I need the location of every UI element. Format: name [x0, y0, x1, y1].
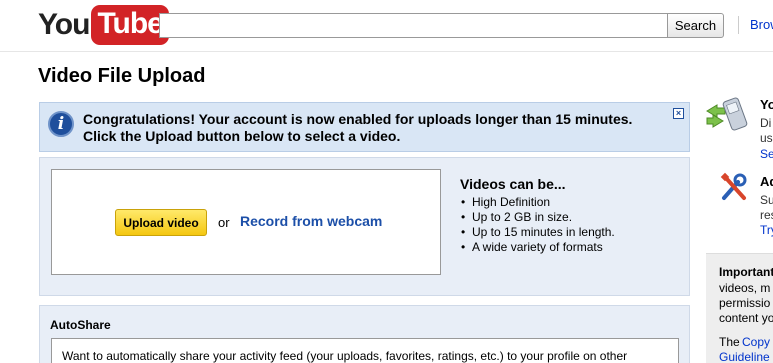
mobile-upload-text: Di	[760, 116, 772, 130]
mobile-upload-link[interactable]: Se	[760, 147, 773, 161]
features-list: High Definition Up to 2 GB in size. Up t…	[460, 195, 685, 255]
header: You Tube Search Brow	[0, 0, 773, 52]
autoshare-panel: AutoShare Want to automatically share yo…	[39, 305, 690, 363]
advanced-upload-link[interactable]: Try	[760, 223, 773, 237]
upload-panel: Upload video or Record from webcam Video…	[39, 157, 690, 296]
feature-item: Up to 15 minutes in length.	[460, 225, 685, 240]
header-divider	[738, 16, 739, 34]
banner-message: Congratulations! Your account is now ena…	[83, 111, 633, 144]
copyright-link[interactable]: Copy	[742, 335, 770, 349]
important-title: Important	[719, 265, 773, 279]
record-from-webcam-link[interactable]: Record from webcam	[240, 213, 382, 229]
or-text: or	[218, 215, 230, 230]
feature-item: A wide variety of formats	[460, 240, 685, 255]
important-text: The	[719, 335, 740, 349]
mobile-upload-text: us	[760, 131, 773, 145]
search-button[interactable]: Search	[667, 13, 724, 38]
advanced-upload-title: Ad	[760, 174, 773, 189]
autoshare-title: AutoShare	[50, 318, 111, 332]
logo-you-text: You	[38, 8, 90, 41]
close-icon[interactable]: ×	[673, 108, 684, 119]
congratulations-banner: i Congratulations! Your account is now e…	[39, 102, 690, 152]
important-text: permissio	[719, 296, 771, 310]
features-title: Videos can be...	[460, 176, 566, 192]
page-title: Video File Upload	[38, 65, 206, 87]
upload-box: Upload video or Record from webcam	[51, 169, 441, 275]
upload-video-button[interactable]: Upload video	[115, 209, 207, 236]
mobile-upload-title: Yo	[760, 97, 773, 112]
feature-item: Up to 2 GB in size.	[460, 210, 685, 225]
important-text: videos, m	[719, 281, 771, 295]
advanced-upload-text: res	[760, 208, 773, 222]
advanced-upload-text: Su	[760, 193, 773, 207]
feature-item: High Definition	[460, 195, 685, 210]
autoshare-description: Want to automatically share your activit…	[62, 349, 628, 363]
tools-icon	[720, 172, 747, 200]
autoshare-box: Want to automatically share your activit…	[51, 338, 679, 363]
important-text: content yo	[719, 311, 773, 325]
info-icon: i	[48, 111, 74, 137]
browse-link[interactable]: Brow	[750, 17, 773, 32]
youtube-logo[interactable]: You Tube	[38, 4, 169, 46]
logo-tube-text: Tube	[91, 5, 169, 45]
community-guidelines-link[interactable]: Guideline	[719, 350, 770, 363]
mobile-phone-icon	[706, 97, 748, 131]
video-features: Videos can be... High Definition Up to 2…	[460, 176, 685, 255]
search-input[interactable]	[159, 13, 668, 38]
